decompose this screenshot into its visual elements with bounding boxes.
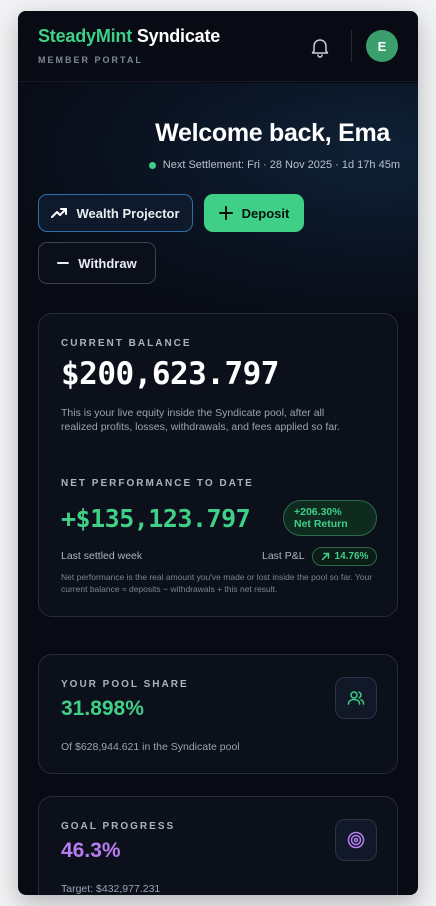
minus-icon — [57, 262, 70, 264]
top-bar: SteadyMint Syndicate MEMBER PORTAL E — [18, 11, 418, 82]
plus-icon — [218, 206, 233, 220]
next-settlement: Next Settlement: Fri · 28 Nov 2025 · 1d … — [148, 159, 400, 171]
net-return-badge: +206.30% Net Return — [283, 500, 377, 536]
pool-share-caption: Of $628,944.621 in the Syndicate pool — [61, 741, 240, 753]
pool-share-card: YOUR POOL SHARE 31.898% Of $628,944.621 … — [38, 654, 398, 774]
last-pnl-label: Last P&L — [262, 550, 305, 562]
deposit-label: Deposit — [241, 205, 290, 221]
last-pnl-badge: 14.76% — [312, 547, 377, 566]
balance-description: This is your live equity inside the Synd… — [61, 407, 340, 433]
balance-footnote: Net performance is the real amount you'v… — [61, 572, 373, 594]
header-divider — [351, 30, 352, 62]
net-return-pct: +206.30% — [294, 506, 342, 518]
goal-progress-value: 46.3% — [61, 839, 121, 862]
balance-value: $200,623.797 — [61, 356, 279, 392]
withdraw-label: Withdraw — [78, 255, 137, 271]
status-dot-icon — [148, 161, 156, 169]
last-settled-week: Last settled week — [61, 550, 143, 562]
pool-share-value: 31.898% — [61, 697, 144, 720]
target-icon — [335, 819, 377, 861]
goal-progress-label: GOAL PROGRESS — [61, 821, 176, 832]
app-shell: SteadyMint Syndicate MEMBER PORTAL E Wel… — [18, 11, 418, 895]
goal-progress-card: GOAL PROGRESS 46.3% Target: $432,977.231 — [38, 796, 398, 895]
brand-secondary: Syndicate — [136, 26, 221, 46]
brand-logo[interactable]: SteadyMint Syndicate — [38, 26, 220, 47]
settlement-text: Next Settlement: Fri · 28 Nov 2025 · 1d … — [162, 159, 400, 171]
net-return-label: Net Return — [294, 518, 348, 530]
last-pnl-value: 14.76% — [334, 551, 369, 562]
deposit-button[interactable]: Deposit — [204, 194, 304, 232]
net-performance-value: +$135,123.797 — [61, 504, 251, 533]
users-icon — [335, 677, 377, 719]
wealth-projector-label: Wealth Projector — [76, 205, 180, 221]
net-performance-label: NET PERFORMANCE TO DATE — [61, 478, 254, 489]
arrow-up-right-icon — [321, 552, 329, 561]
brand-primary: SteadyMint — [38, 26, 133, 46]
bell-icon[interactable] — [308, 35, 332, 59]
trending-up-icon — [51, 208, 68, 218]
portal-subtitle: MEMBER PORTAL — [38, 55, 143, 65]
pool-share-label: YOUR POOL SHARE — [61, 679, 189, 690]
balance-card: CURRENT BALANCE $200,623.797 This is you… — [38, 313, 398, 617]
balance-label: CURRENT BALANCE — [61, 338, 192, 349]
goal-target-caption: Target: $432,977.231 — [61, 883, 161, 895]
wealth-projector-button[interactable]: Wealth Projector — [38, 194, 193, 232]
welcome-heading: Welcome back, Ema — [155, 119, 390, 147]
withdraw-button[interactable]: Withdraw — [38, 242, 156, 284]
avatar[interactable]: E — [366, 30, 398, 62]
